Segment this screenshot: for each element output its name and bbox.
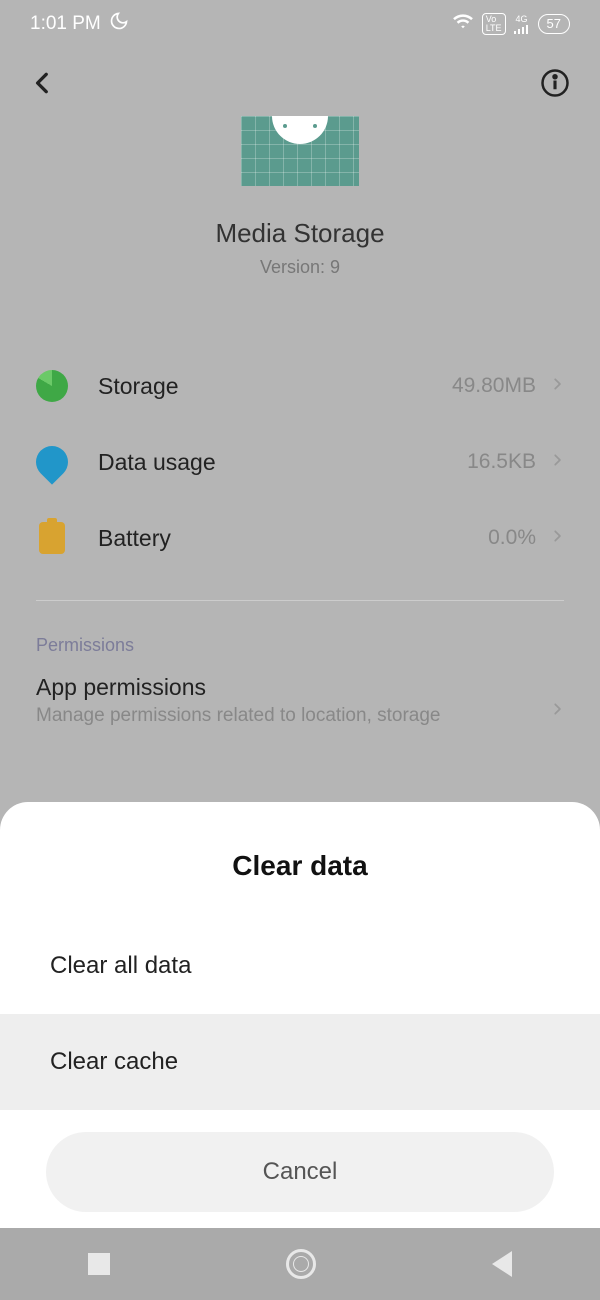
app-permissions-subtitle: Manage permissions related to location, … — [0, 701, 600, 727]
back-button[interactable] — [30, 70, 56, 96]
pie-chart-icon — [36, 370, 68, 402]
battery-indicator: 57 — [538, 14, 570, 34]
battery-value: 0.0% — [488, 526, 536, 550]
home-button[interactable] — [286, 1249, 316, 1279]
storage-label: Storage — [98, 373, 452, 400]
chevron-right-icon — [550, 449, 564, 476]
battery-row[interactable]: Battery 0.0% — [0, 500, 600, 576]
water-drop-icon — [29, 439, 74, 484]
cancel-button[interactable]: Cancel — [46, 1132, 554, 1212]
moon-icon — [109, 11, 129, 37]
signal-4g-icon: 4G — [514, 15, 530, 34]
battery-icon — [36, 522, 68, 554]
permissions-section-header: Permissions — [0, 601, 600, 668]
clear-all-data-button[interactable]: Clear all data — [0, 918, 600, 1014]
nav-bar — [0, 1228, 600, 1300]
app-icon — [241, 116, 359, 186]
app-permissions-title: App permissions — [0, 668, 600, 701]
clear-data-sheet: Clear data Clear all data Clear cache Ca… — [0, 802, 600, 1228]
status-time: 1:01 PM — [30, 13, 101, 35]
status-bar: 1:01 PM Vo LTE 4G 57 — [0, 0, 600, 48]
wifi-icon — [452, 12, 474, 36]
clear-cache-button[interactable]: Clear cache — [0, 1014, 600, 1110]
data-usage-row[interactable]: Data usage 16.5KB — [0, 424, 600, 500]
app-name: Media Storage — [215, 218, 384, 249]
sheet-title: Clear data — [0, 802, 600, 918]
storage-row[interactable]: Storage 49.80MB — [0, 348, 600, 424]
chevron-right-icon — [550, 525, 564, 552]
data-usage-label: Data usage — [98, 449, 467, 476]
chevron-right-icon — [550, 698, 564, 725]
recent-apps-button[interactable] — [88, 1253, 110, 1275]
chevron-right-icon — [550, 373, 564, 400]
info-button[interactable] — [540, 68, 570, 98]
battery-label: Battery — [98, 525, 488, 552]
app-version: Version: 9 — [260, 257, 340, 278]
app-hero: Media Storage Version: 9 — [0, 106, 600, 318]
back-nav-button[interactable] — [492, 1251, 512, 1277]
data-usage-value: 16.5KB — [467, 450, 536, 474]
app-permissions-row[interactable]: App permissions Manage permissions relat… — [0, 668, 600, 727]
storage-value: 49.80MB — [452, 374, 536, 398]
volte-badge: Vo LTE — [482, 13, 506, 35]
